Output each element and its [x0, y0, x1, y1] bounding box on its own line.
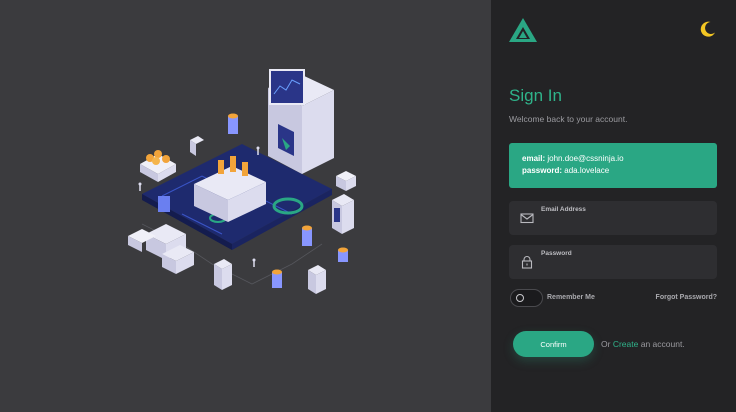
toggle-knob [516, 294, 524, 302]
page-title: Sign In [509, 86, 562, 105]
password-field-label: Password [541, 250, 572, 257]
remember-me-toggle[interactable] [510, 289, 543, 307]
email-field-label: Email Address [541, 206, 586, 213]
alt-prefix: Or [601, 339, 611, 349]
demo-credentials-box: email: john.doe@cssninja.io password: ad… [509, 143, 717, 188]
login-page: Sign In Welcome back to your account. em… [0, 0, 736, 412]
mail-icon [520, 213, 534, 224]
demo-email-line: email: john.doe@cssninja.io [522, 153, 704, 165]
illustration-panel [0, 0, 491, 412]
confirm-button[interactable]: Confirm [513, 331, 594, 357]
email-input[interactable] [541, 216, 709, 230]
email-field[interactable]: Email Address [509, 201, 717, 235]
demo-email-value: john.doe@cssninja.io [547, 154, 624, 163]
page-subtitle: Welcome back to your account. [509, 114, 628, 124]
demo-password-line: password: ada.lovelace [522, 165, 704, 177]
demo-password-value: ada.lovelace [564, 166, 610, 175]
moon-icon[interactable] [698, 19, 718, 39]
triangle-logo-icon[interactable] [508, 17, 538, 43]
alt-suffix: an account. [640, 339, 685, 349]
password-input[interactable] [541, 260, 709, 274]
demo-password-key: password: [522, 166, 563, 175]
forgot-password-link[interactable]: Forgot Password? [656, 294, 717, 301]
remember-me-label: Remember Me [547, 294, 595, 301]
create-account-text: Or Create an account. [601, 339, 685, 349]
lock-icon [521, 256, 533, 269]
password-field[interactable]: Password [509, 245, 717, 279]
isometric-tech-illustration [128, 69, 356, 294]
demo-email-key: email: [522, 154, 546, 163]
create-account-link[interactable]: Create [613, 339, 639, 349]
